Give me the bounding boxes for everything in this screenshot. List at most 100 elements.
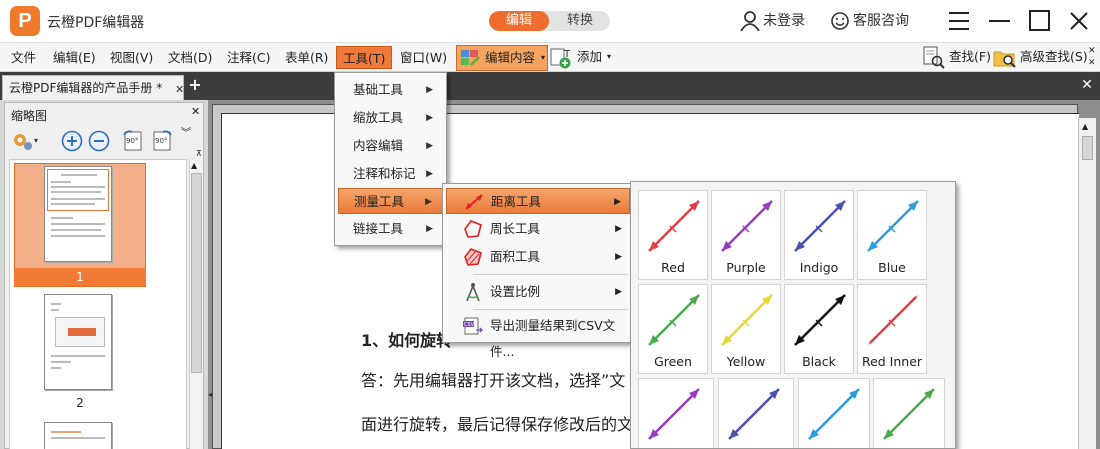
add-button[interactable]: T 添加 ▾	[550, 45, 615, 71]
style-purple[interactable]: Purple	[711, 190, 781, 280]
mode-switch: 编辑 转换	[489, 11, 610, 31]
add-text-icon: T	[550, 48, 571, 69]
style-blue-alt[interactable]	[798, 378, 870, 448]
arrow-line-icon	[867, 200, 919, 252]
folder-search-icon	[993, 51, 1016, 68]
style-indigo[interactable]: Indigo	[784, 190, 854, 280]
close-icon[interactable]: ✕	[1079, 77, 1095, 93]
maximize-icon	[1029, 10, 1050, 31]
minimize-button[interactable]	[985, 6, 1015, 36]
hamburger-icon	[949, 12, 969, 30]
tab-document-label: 云橙PDF编辑器的产品手册 *	[9, 81, 163, 95]
thumbnail-panel: 缩略图 ✕ ▾ 90° 90° ︾ ⊼ 1 2 ▲	[4, 102, 204, 449]
menu-item-area-tool[interactable]: 面积工具 ▶	[446, 244, 630, 270]
menu-item-set-scale[interactable]: 设置比例 ▶	[446, 279, 630, 305]
menu-item-perimeter-tool[interactable]: 周长工具 ▶	[446, 216, 630, 242]
svg-text:CSV: CSV	[464, 322, 475, 328]
doc-line: 答：先用编辑器打开该文档，选择”文	[361, 371, 626, 390]
menu-item-basic-tools[interactable]: 基础工具 ▶	[338, 77, 443, 103]
main-menu-button[interactable]	[945, 6, 975, 36]
rotate-left-label: 90°	[126, 137, 139, 145]
panel-splitter[interactable]: ◂	[208, 390, 212, 399]
advanced-find-label: 高级查找(S)	[1020, 49, 1088, 64]
thumbnail-scrollbar[interactable]: ▲	[189, 159, 203, 449]
add-label: 添加	[577, 49, 603, 64]
login-button[interactable]: 未登录	[740, 10, 805, 32]
login-label: 未登录	[763, 13, 805, 29]
menu-edit[interactable]: 编辑(E)	[47, 46, 102, 69]
menu-window[interactable]: 窗口(W)	[394, 46, 453, 69]
style-purple-alt[interactable]	[638, 378, 714, 448]
chevron-down-icon: ▾	[607, 52, 612, 61]
style-green-alt[interactable]	[873, 378, 945, 448]
menu-form[interactable]: 表单(R)	[279, 46, 334, 69]
find-icon	[923, 46, 945, 69]
chevron-down-icon[interactable]: ︾	[181, 129, 191, 139]
rotate-right-button[interactable]: 90°	[150, 129, 174, 153]
style-yellow[interactable]: Yellow	[711, 284, 781, 374]
doc-heading: 1、如何旋转	[361, 331, 453, 350]
menu-item-distance-tool[interactable]: 距离工具 ▶	[446, 188, 630, 214]
thumbnail-page-2[interactable]	[44, 294, 112, 390]
find-button[interactable]: 查找(F)	[922, 45, 992, 71]
mode-convert-button[interactable]: 转换	[550, 11, 610, 31]
arrow-line-icon	[721, 200, 773, 252]
menu-file[interactable]: 文件	[5, 46, 42, 69]
tab-document[interactable]: 云橙PDF编辑器的产品手册 * ✕	[2, 75, 184, 100]
scroll-up-icon[interactable]: ▲	[191, 161, 197, 170]
thumbnail-page-1[interactable]	[44, 166, 112, 262]
style-black[interactable]: Black	[784, 284, 854, 374]
arrow-line-icon	[808, 388, 860, 440]
scrollbar-thumb[interactable]	[1082, 136, 1093, 160]
style-red[interactable]: Red	[638, 190, 708, 280]
thumbnail-page-number: 1	[14, 268, 146, 286]
menubar-pin-icon[interactable]: ✕ ✕	[1088, 45, 1096, 69]
support-button[interactable]: 客服咨询	[830, 10, 909, 32]
menu-item-link-tools[interactable]: 链接工具 ▶	[338, 216, 443, 242]
advanced-find-button[interactable]: 高级查找(S)	[993, 45, 1088, 71]
add-tab-icon[interactable]: +	[187, 77, 203, 93]
arrow-line-icon	[648, 294, 700, 346]
document-tab-bar: 云橙PDF编辑器的产品手册 * ✕ + ✕	[0, 72, 1100, 100]
document-scrollbar[interactable]: ▲	[1078, 118, 1096, 449]
style-indigo-alt[interactable]	[718, 378, 794, 448]
zoom-out-icon[interactable]	[88, 130, 110, 152]
menu-tools[interactable]: 工具(T)	[336, 46, 393, 69]
thumbnail-page-3[interactable]	[44, 422, 112, 449]
settings-icon[interactable]: ▾	[11, 129, 41, 153]
menu-view[interactable]: 视图(V)	[104, 46, 159, 69]
menu-comment[interactable]: 注释(C)	[221, 46, 276, 69]
arrow-line-icon	[794, 294, 846, 346]
collapse-icon[interactable]: ⊼	[196, 149, 202, 158]
close-window-button[interactable]	[1064, 6, 1094, 36]
arrow-line-icon	[794, 200, 846, 252]
style-red-inner[interactable]: Red Inner	[857, 284, 927, 374]
mode-edit-button[interactable]: 编辑	[489, 11, 549, 31]
style-green[interactable]: Green	[638, 284, 708, 374]
arrow-line-icon	[721, 294, 773, 346]
menu-item-export-csv[interactable]: CSV 导出测量结果到CSV文件...	[446, 313, 630, 359]
thumbnail-list: 1 2	[9, 159, 187, 449]
maximize-button[interactable]	[1025, 6, 1055, 36]
line-style-palette: Red Purple Indigo Blue Green Yellow Blac…	[630, 181, 956, 449]
menu-item-content-edit[interactable]: 内容编辑 ▶	[338, 133, 443, 159]
user-icon	[740, 11, 760, 31]
menu-item-annotate[interactable]: 注释和标记 ▶	[338, 161, 443, 187]
scrollbar-thumb[interactable]	[191, 173, 202, 373]
thumbnail-image	[55, 317, 105, 347]
edit-content-button[interactable]: 编辑内容 ▾	[456, 45, 548, 71]
close-icon[interactable]: ✕	[175, 78, 184, 102]
menu-document[interactable]: 文档(D)	[162, 46, 218, 69]
minimize-icon	[989, 20, 1010, 22]
compass-icon	[466, 283, 480, 302]
menu-item-zoom-tools[interactable]: 缩放工具 ▶	[338, 105, 443, 131]
menu-item-measure-tools[interactable]: 测量工具 ▶	[338, 188, 443, 214]
panel-title: 缩略图	[11, 109, 48, 123]
zoom-in-icon[interactable]	[61, 130, 83, 152]
doc-line: 面进行旋转，最后记得保存修改后的文	[361, 415, 634, 434]
arrow-line-icon	[648, 200, 700, 252]
rotate-left-button[interactable]: 90°	[121, 129, 145, 153]
scroll-up-icon[interactable]: ▲	[1082, 122, 1088, 131]
style-blue[interactable]: Blue	[857, 190, 927, 280]
close-icon[interactable]: ✕	[191, 105, 200, 118]
